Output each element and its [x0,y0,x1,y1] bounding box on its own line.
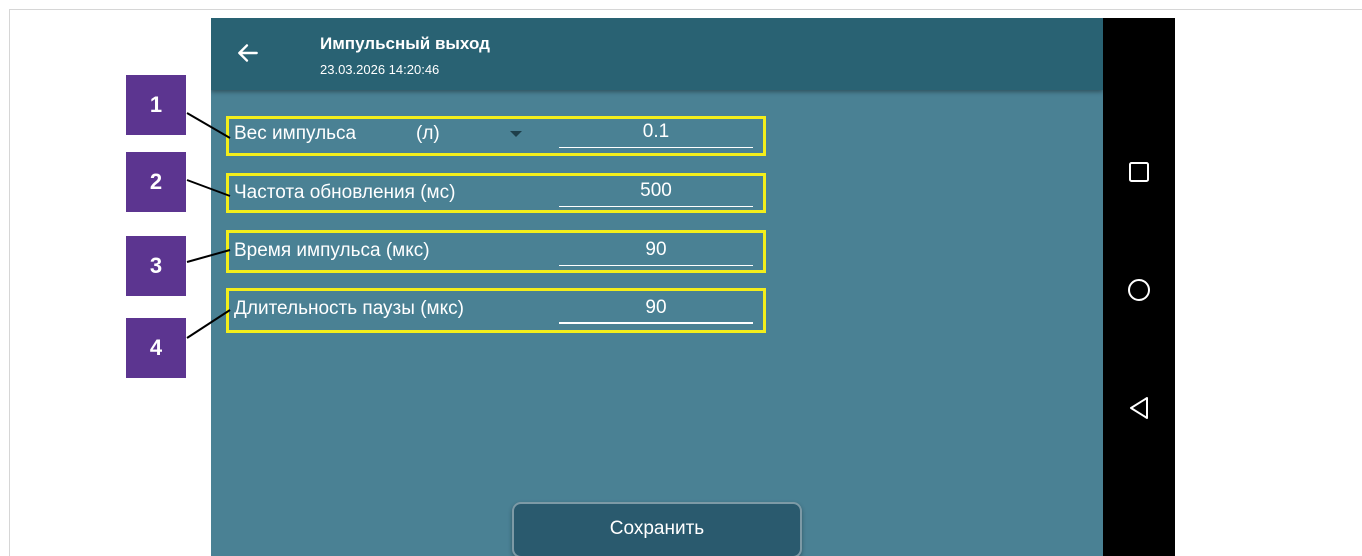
arrow-left-icon[interactable] [235,40,261,66]
highlight-box-1 [226,116,766,156]
android-nav-bar [1103,18,1175,556]
callout-badge-1: 1 [126,75,186,135]
recents-square-icon[interactable] [1125,158,1153,186]
back-triangle-icon[interactable] [1125,394,1153,422]
app-screen: Импульсный выход 23.03.2026 14:20:46 Вес… [211,18,1103,556]
callout-badge-4: 4 [126,318,186,378]
screen-title: Импульсный выход [320,34,490,53]
home-circle-icon[interactable] [1125,276,1153,304]
save-button[interactable]: Сохранить [512,502,802,556]
screen-timestamp: 23.03.2026 14:20:46 [320,62,440,77]
callout-badge-2: 2 [126,152,186,212]
highlight-box-2 [226,173,766,213]
app-bar: Импульсный выход 23.03.2026 14:20:46 [211,18,1103,90]
highlight-box-3 [226,230,766,273]
callout-badge-3: 3 [126,236,186,296]
highlight-box-4 [226,288,766,333]
